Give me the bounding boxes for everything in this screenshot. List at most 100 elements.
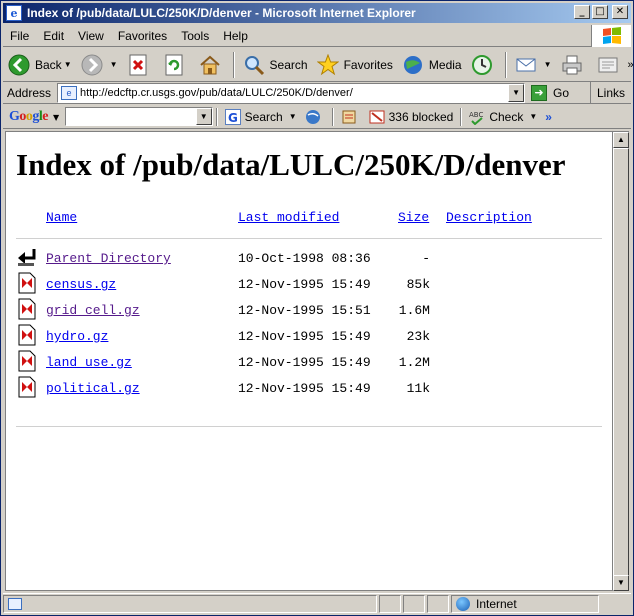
status-message-pane [3, 594, 377, 613]
google-search-button[interactable]: G Search ▼ [221, 106, 301, 128]
refresh-button[interactable] [158, 50, 194, 80]
media-label: Media [428, 57, 462, 72]
standard-toolbar: Back ▼ ▼ Search Favorites Media ▼ » [3, 48, 634, 82]
address-dropdown-icon[interactable]: ▼ [508, 83, 525, 102]
file-link-political[interactable]: political.gz [46, 381, 140, 396]
history-button[interactable] [466, 50, 502, 80]
toolbar-separator [232, 51, 235, 78]
mail-dropdown-icon[interactable]: ▼ [544, 60, 552, 69]
directory-listing: Name Last modified Size Description Pare… [16, 210, 602, 407]
minimize-button[interactable]: _ [574, 5, 590, 19]
menu-view[interactable]: View [71, 29, 111, 43]
compressed-file-icon [16, 376, 38, 398]
go-arrow-icon: ➜ [531, 84, 548, 101]
menu-file[interactable]: File [3, 29, 36, 43]
google-search-options-icon[interactable]: ▼ [289, 112, 297, 121]
edit-page-icon [596, 53, 620, 77]
file-link-census[interactable]: census.gz [46, 277, 116, 292]
file-row: grid_cell.gz 12-Nov-1995 15:51 1.6M [16, 298, 602, 329]
back-folder-icon [16, 246, 38, 268]
internet-zone-icon [456, 596, 470, 611]
stop-button[interactable] [122, 50, 158, 80]
compressed-file-icon [16, 324, 38, 346]
menu-help[interactable]: Help [216, 29, 255, 43]
edit-button[interactable] [592, 50, 628, 80]
modified-date: 12-Nov-1995 15:49 [238, 329, 371, 344]
google-search-label: Search [244, 109, 283, 124]
vertical-scrollbar[interactable]: ▲ ▼ [613, 131, 629, 591]
title-bar[interactable]: e Index of /pub/data/LULC/250K/D/denver … [3, 3, 631, 23]
file-link-hydro[interactable]: hydro.gz [46, 329, 108, 344]
parent-directory-link[interactable]: Parent Directory [46, 251, 171, 266]
menu-favorites[interactable]: Favorites [111, 29, 174, 43]
print-button[interactable] [556, 50, 592, 80]
home-button[interactable] [194, 50, 230, 80]
close-button[interactable]: ✕ [612, 5, 628, 19]
links-label: Links [596, 85, 625, 100]
google-menu-dropdown-icon[interactable]: ▼ [53, 113, 59, 122]
parent-directory-row: Parent Directory 10-Oct-1998 08:36 - [16, 249, 602, 277]
history-icon [470, 53, 494, 77]
scroll-down-icon[interactable]: ▼ [613, 575, 629, 591]
back-dropdown-icon[interactable]: ▼ [64, 60, 72, 69]
forward-button[interactable]: ▼ [76, 50, 122, 80]
sort-by-modified-link[interactable]: Last modified [238, 210, 339, 225]
sort-by-size-link[interactable]: Size [398, 210, 429, 225]
google-search-input[interactable]: ▼ [64, 107, 213, 126]
modified-date: 12-Nov-1995 15:49 [238, 355, 371, 370]
security-zone-pane: Internet [451, 594, 599, 613]
address-url[interactable]: http://edcftp.cr.usgs.gov/pub/data/LULC/… [80, 87, 353, 99]
google-site-search-button[interactable] [301, 106, 329, 128]
file-link-grid-cell[interactable]: grid_cell.gz [46, 303, 140, 318]
listing-header: Name Last modified Size Description [16, 210, 602, 234]
sort-by-description-link[interactable]: Description [446, 210, 532, 225]
address-bar: Address e http://edcftp.cr.usgs.gov/pub/… [3, 81, 631, 104]
file-link-land-use[interactable]: land_use.gz [46, 355, 132, 370]
media-button[interactable]: Media [397, 50, 466, 80]
spell-check-button[interactable]: ABC Check ▼ [465, 106, 541, 128]
maximize-button[interactable]: □ [592, 5, 608, 19]
page-title: Index of /pub/data/LULC/250K/D/denver [16, 147, 566, 182]
svg-text:G: G [228, 111, 238, 125]
modified-date: 12-Nov-1995 15:51 [238, 303, 371, 318]
forward-dropdown-icon[interactable]: ▼ [110, 60, 118, 69]
back-label: Back [35, 57, 62, 72]
check-dropdown-icon[interactable]: ▼ [529, 112, 537, 121]
file-row: hydro.gz 12-Nov-1995 15:49 23k [16, 324, 602, 355]
address-input[interactable]: e http://edcftp.cr.usgs.gov/pub/data/LUL… [57, 82, 526, 103]
go-button[interactable]: ➜ Go [531, 84, 569, 101]
status-bar: Internet [3, 593, 631, 613]
compressed-file-icon [16, 350, 38, 372]
header-divider [16, 238, 602, 239]
file-size: - [422, 251, 430, 266]
scroll-up-icon[interactable]: ▲ [613, 132, 629, 148]
printer-icon [560, 53, 584, 77]
search-button[interactable]: Search [238, 50, 312, 80]
toolbar-overflow-icon[interactable]: » [628, 59, 634, 71]
refresh-icon [162, 53, 186, 77]
google-search-dropdown-icon[interactable]: ▼ [195, 108, 212, 125]
favorites-button[interactable]: Favorites [312, 50, 397, 80]
google-g-icon: G [224, 108, 241, 125]
links-button[interactable]: Links [589, 81, 631, 104]
google-logo[interactable]: Google ▼ [9, 109, 59, 125]
menu-tools[interactable]: Tools [174, 29, 216, 43]
scrollbar-thumb[interactable] [613, 148, 629, 576]
popup-blocker-button[interactable]: 336 blocked [365, 106, 458, 128]
google-news-button[interactable] [337, 106, 365, 128]
menu-edit[interactable]: Edit [36, 29, 71, 43]
popup-blocker-icon [369, 109, 385, 125]
sort-by-name-link[interactable]: Name [46, 210, 77, 225]
google-overflow-button[interactable]: » [545, 110, 552, 124]
file-size: 1.2M [398, 355, 430, 370]
file-size: 23k [406, 329, 430, 344]
forward-arrow-icon [80, 53, 104, 77]
blocked-count: 336 blocked [388, 109, 454, 124]
back-button[interactable]: Back ▼ [3, 50, 76, 80]
status-pane [427, 594, 449, 613]
globe-icon [305, 109, 321, 125]
mail-icon [514, 53, 538, 77]
modified-date: 12-Nov-1995 15:49 [238, 381, 371, 396]
mail-button[interactable]: ▼ [510, 50, 556, 80]
toolbar-separator [331, 107, 334, 126]
